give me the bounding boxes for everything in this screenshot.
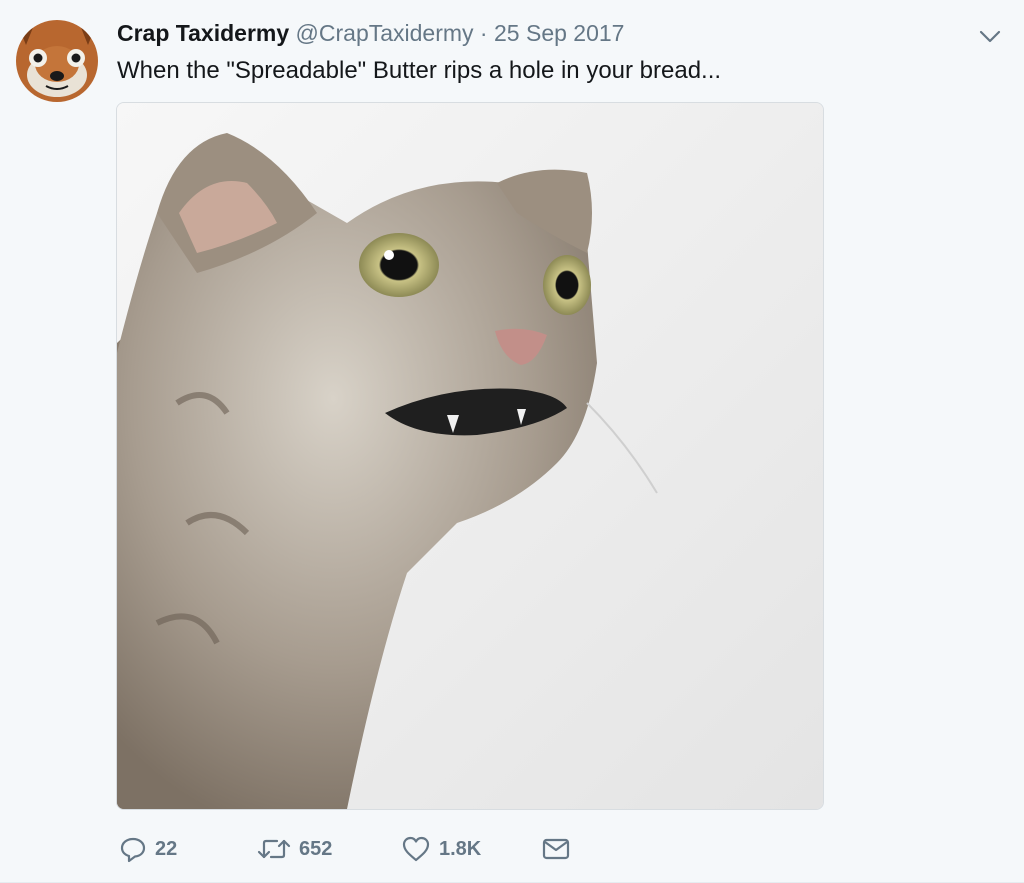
author-handle[interactable]: @CrapTaxidermy [296,20,474,46]
heart-icon [402,836,430,862]
retweet-icon [257,839,291,859]
retweet-count: 652 [299,837,333,860]
reply-count: 22 [155,837,178,860]
author-name[interactable]: Crap Taxidermy [117,20,289,46]
avatar[interactable] [16,20,98,102]
like-count: 1.8K [439,837,482,860]
like-button[interactable]: 1.8K [401,832,481,866]
cat-photo-image [117,103,823,809]
tweet-header: Crap Taxidermy @CrapTaxidermy · 25 Sep 2… [117,18,624,48]
tweet-actions: 22 652 1.8K [117,832,617,866]
fox-avatar-image [16,20,98,102]
reply-button[interactable]: 22 [119,832,177,866]
meta-separator: · [473,20,494,46]
tweet-text: When the "Spreadable" Butter rips a hole… [117,57,722,84]
chevron-down-icon [979,30,1001,43]
tweet-date[interactable]: 25 Sep 2017 [494,20,624,46]
reply-icon [120,837,146,863]
message-icon [542,838,570,860]
tweet[interactable]: Crap Taxidermy @CrapTaxidermy · 25 Sep 2… [0,0,1024,883]
direct-message-button[interactable] [541,832,571,866]
tweet-media[interactable] [116,102,824,810]
retweet-button[interactable]: 652 [257,832,332,866]
tweet-menu-button[interactable] [976,22,1004,50]
